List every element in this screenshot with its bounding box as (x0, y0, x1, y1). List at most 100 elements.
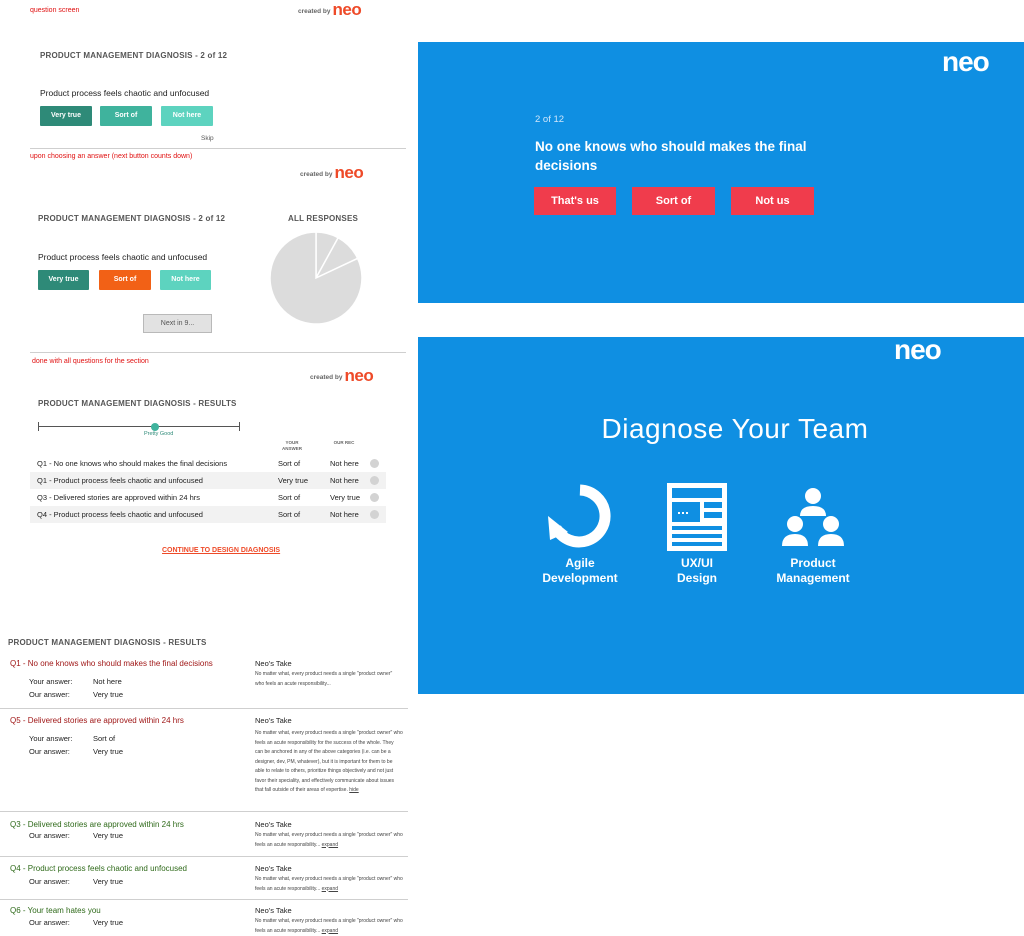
scale-label: Pretty Good (144, 431, 174, 437)
neos-take-body: No matter what, every product needs a si… (255, 831, 403, 850)
neo-logo: neo (942, 46, 990, 77)
category-ux-ui-design[interactable]: UX/UI Design (654, 482, 740, 592)
row-question: Q3 - Delivered stories are approved with… (37, 493, 200, 502)
neos-take-title: Neo's Take (255, 716, 292, 725)
answer-not-here-button[interactable]: Not here (161, 106, 213, 126)
results-detail-title: PRODUCT MANAGEMENT DIAGNOSIS - RESULTS (8, 638, 207, 647)
info-icon[interactable] (370, 459, 379, 468)
divider (0, 856, 408, 857)
skip-link[interactable]: Skip (201, 135, 214, 142)
not-us-button[interactable]: Not us (731, 187, 814, 215)
info-icon[interactable] (370, 476, 379, 485)
category-product-management[interactable]: Product Management (768, 482, 858, 592)
neo-logo: neo (334, 163, 364, 182)
table-row: Q3 - Delivered stories are approved with… (30, 489, 386, 506)
category-label-line1: Agile (565, 556, 595, 570)
our-answer-value: Very true (93, 877, 124, 886)
our-answer-label: Our answer: (29, 690, 70, 699)
neos-take-body: No matter what, every product needs a si… (255, 917, 403, 936)
answer-sort-of-button[interactable]: Sort of (100, 106, 152, 126)
scale-start-tick (38, 422, 39, 431)
section-title: PRODUCT MANAGEMENT DIAGNOSIS - 2 of 12 (38, 214, 226, 223)
answer-not-here-button[interactable]: Not here (160, 270, 211, 290)
row-your-answer: Sort of (278, 459, 301, 468)
our-answer-value: Very true (93, 918, 124, 927)
neos-take-title: Neo's Take (255, 659, 292, 668)
detail-question: Q5 - Delivered stories are approved with… (10, 716, 184, 725)
next-countdown-button[interactable]: Next in 9... (143, 314, 212, 333)
neos-take-title: Neo's Take (255, 820, 292, 829)
mobile-home-panel: neo Diagnose Your Team Agile Development … (418, 334, 1024, 694)
row-our-rec: Not here (330, 459, 359, 468)
home-title: Diagnose Your Team (601, 413, 869, 444)
category-label-line1: Product (790, 556, 836, 570)
divider (0, 708, 408, 709)
row-your-answer: Very true (278, 476, 309, 485)
our-answer-label: Our answer: (29, 877, 70, 886)
all-responses-title: ALL RESPONSES (288, 214, 359, 223)
detail-question: Q6 - Your team hates you (10, 906, 101, 915)
category-label: Product Management (768, 556, 858, 586)
continue-link[interactable]: CONTINUE TO DESIGN DIAGNOSIS (162, 547, 280, 554)
table-row: Q4 - Product process feels chaotic and u… (30, 506, 386, 523)
divider (30, 352, 406, 353)
hide-link[interactable]: hide (349, 787, 358, 793)
row-question: Q1 - Product process feels chaotic and u… (37, 476, 203, 485)
expand-link[interactable]: expand (322, 928, 338, 934)
row-your-answer: Sort of (278, 510, 301, 519)
thats-us-button[interactable]: That's us (534, 187, 616, 215)
sort-of-button[interactable]: Sort of (632, 187, 715, 215)
category-label-line2: Design (676, 571, 717, 585)
info-icon[interactable] (370, 510, 379, 519)
detail-question: Q3 - Delivered stories are approved with… (10, 820, 184, 829)
created-by-text: created by (300, 171, 333, 178)
neos-take-body-expanded: No matter what, every product needs a si… (255, 729, 403, 796)
expand-link[interactable]: expand (322, 842, 338, 848)
category-label-line2: Management (776, 571, 850, 585)
scale-line (38, 426, 240, 427)
question-text: Product process feels chaotic and unfocu… (40, 88, 210, 98)
your-answer-label: Your answer: (29, 677, 73, 686)
row-question: Q4 - Product process feels chaotic and u… (37, 510, 203, 519)
our-answer-label: Our answer: (29, 831, 70, 840)
our-answer-value: Very true (93, 747, 124, 756)
detail-question: Q1 - No one knows who should makes the f… (10, 659, 213, 668)
created-by-badge: created by neo (298, 0, 362, 20)
category-label-line1: UX/UI (680, 556, 713, 570)
answer-very-true-button[interactable]: Very true (38, 270, 89, 290)
our-answer-label: Our answer: (29, 747, 70, 756)
created-by-badge: created by neo (310, 366, 374, 386)
neos-take-text: No matter what, every product needs a si… (255, 730, 403, 793)
category-label: UX/UI Design (654, 556, 740, 586)
answer-very-true-button[interactable]: Very true (40, 106, 92, 126)
neo-logo: neo (344, 366, 374, 385)
annotation-answer-chosen: upon choosing an answer (next button cou… (30, 153, 193, 160)
table-row: Q1 - No one knows who should makes the f… (30, 455, 386, 472)
answer-sort-of-button-selected[interactable]: Sort of (99, 270, 151, 290)
row-our-rec: Not here (330, 476, 359, 485)
scale-end-tick (239, 422, 240, 431)
our-answer-value: Very true (93, 690, 124, 699)
annotation-question-screen: question screen (30, 7, 80, 14)
info-icon[interactable] (370, 493, 379, 502)
score-scale (38, 420, 240, 434)
annotation-section-done: done with all questions for the section (32, 358, 149, 365)
wireframe-icon (667, 483, 727, 551)
team-icon (782, 488, 844, 546)
detail-question: Q4 - Product process feels chaotic and u… (10, 864, 187, 873)
row-your-answer: Sort of (278, 493, 301, 502)
created-by-badge: created by neo (300, 163, 364, 183)
mobile-question-panel: neo 2 of 12 No one knows who should make… (418, 42, 1024, 303)
category-agile-development[interactable]: Agile Development (538, 482, 622, 592)
category-label-line2: Development (542, 571, 618, 585)
divider (30, 148, 406, 149)
divider (0, 811, 408, 812)
expand-link[interactable]: expand (322, 886, 338, 892)
your-answer-header: YOUR ANSWER (282, 440, 302, 451)
question-text: Product process feels chaotic and unfocu… (38, 252, 208, 262)
our-rec-header: OUR REC (333, 440, 355, 445)
row-question: Q1 - No one knows who should makes the f… (37, 459, 228, 468)
table-row: Q1 - Product process feels chaotic and u… (30, 472, 386, 489)
neos-take-body: No matter what, every product needs a si… (255, 671, 393, 687)
category-label: Agile Development (538, 556, 622, 586)
